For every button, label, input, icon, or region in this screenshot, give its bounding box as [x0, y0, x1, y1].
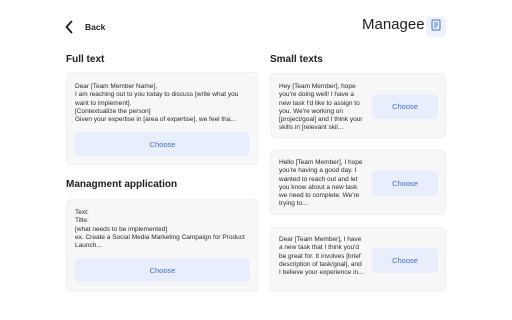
- back-label: Back: [85, 22, 106, 32]
- small-text-card: Dear [Team Member], I have a new task th…: [270, 227, 446, 292]
- back-button[interactable]: Back: [64, 18, 105, 36]
- managment-card: Text: Title: [what needs to be implement…: [66, 199, 258, 292]
- small-text-card: Hey [Team Member], hope you're doing wel…: [270, 73, 446, 138]
- card-text: Dear [Team Member], I have a new task th…: [279, 236, 364, 277]
- section-title-full-text: Full text: [66, 54, 105, 65]
- choose-button[interactable]: Choose: [75, 132, 250, 156]
- chevron-left-icon: [64, 18, 78, 36]
- card-text: Hey [Team Member], hope you're doing wel…: [279, 83, 363, 132]
- section-title-small-texts: Small texts: [270, 54, 323, 65]
- full-text-card: Dear [Team Member Name], I am reaching o…: [66, 72, 258, 165]
- choose-button[interactable]: Choose: [372, 171, 438, 196]
- section-title-managment: Managment application: [66, 179, 178, 190]
- page: Back Managee Full text Dear [Team Member…: [0, 0, 512, 320]
- document-icon: [431, 18, 441, 36]
- choose-button[interactable]: Choose: [372, 248, 438, 273]
- document-button[interactable]: [426, 17, 446, 37]
- card-text: Dear [Team Member Name], I am reaching o…: [75, 83, 239, 123]
- page-title: Managee: [362, 16, 425, 33]
- card-text: Hello [Team Member], I hope you're havin…: [279, 159, 363, 208]
- card-text: Text: Title: [what needs to be implement…: [75, 209, 245, 250]
- choose-button[interactable]: Choose: [75, 258, 250, 282]
- choose-button[interactable]: Choose: [372, 94, 438, 119]
- small-text-card: Hello [Team Member], I hope you're havin…: [270, 150, 446, 215]
